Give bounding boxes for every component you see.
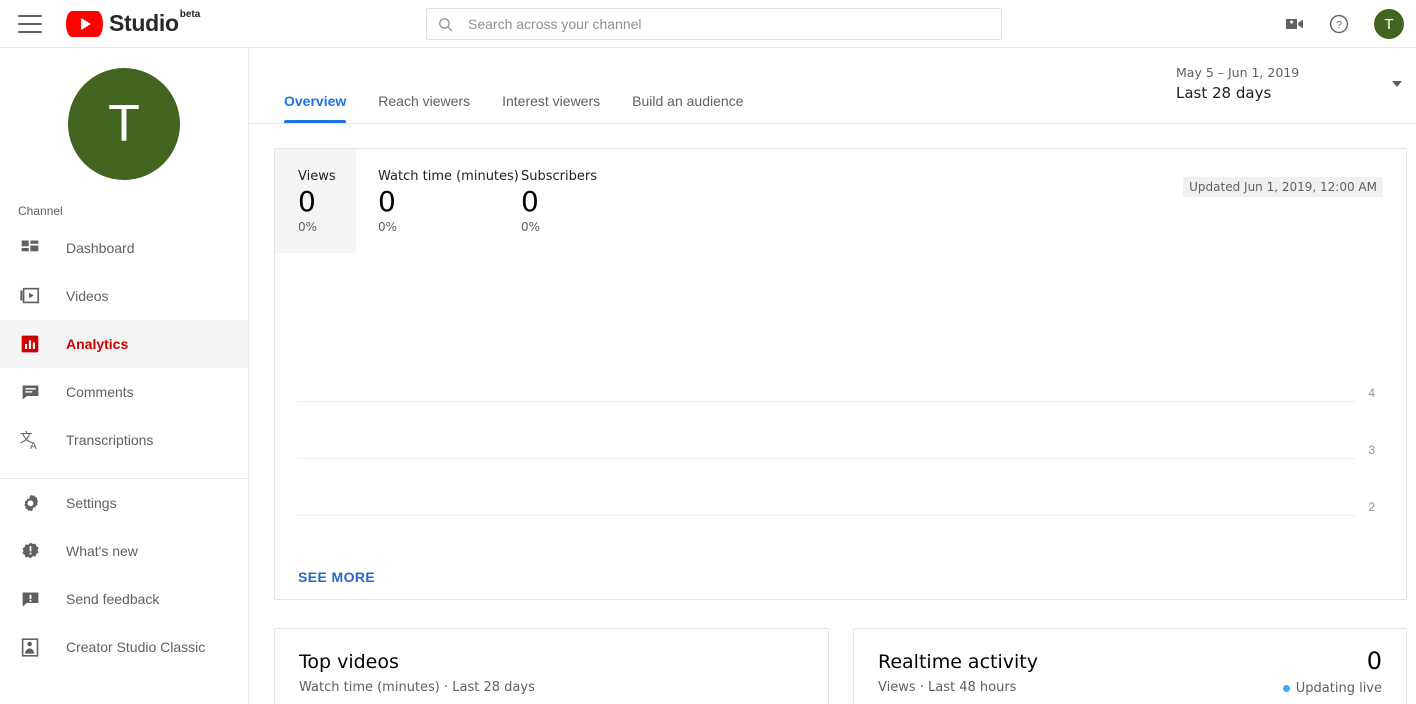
metric-tabs: Views 0 0% Watch time (minutes) 0 0% Sub… bbox=[275, 149, 1406, 253]
sidebar-item-label: Dashboard bbox=[66, 240, 135, 256]
creator-studio-classic-icon bbox=[18, 635, 42, 659]
realtime-activity-card[interactable]: Realtime activity Views · Last 48 hours … bbox=[853, 628, 1407, 704]
hamburger-icon[interactable] bbox=[18, 14, 42, 33]
metric-delta: 0% bbox=[298, 220, 318, 234]
studio-logo[interactable]: Studiobeta bbox=[66, 9, 201, 37]
analytics-icon bbox=[18, 332, 42, 356]
sidebar-item-label: Comments bbox=[66, 384, 134, 400]
chart-y-axis-labels: 4 3 2 1 0 bbox=[1368, 386, 1375, 514]
overview-card: Views 0 0% Watch time (minutes) 0 0% Sub… bbox=[274, 148, 1407, 600]
analytics-tabs-row: Overview Reach viewers Interest viewers … bbox=[249, 48, 1416, 124]
sidebar-item-label: Creator Studio Classic bbox=[66, 639, 206, 655]
realtime-live-status: Updating live bbox=[1282, 681, 1382, 696]
copyright-icon bbox=[18, 476, 42, 478]
date-range-selector[interactable]: May 5 – Jun 1, 2019 Last 28 days bbox=[1136, 64, 1416, 104]
tab-overview[interactable]: Overview bbox=[276, 93, 362, 123]
search-icon bbox=[439, 17, 453, 31]
sidebar-item-analytics[interactable]: Analytics bbox=[0, 320, 248, 368]
sidebar: T Channel Dashboard Videos Analytics Com… bbox=[0, 48, 249, 704]
account-avatar[interactable]: T bbox=[1374, 9, 1404, 39]
top-videos-subtitle: Watch time (minutes) · Last 28 days bbox=[299, 680, 535, 695]
realtime-value: 0 bbox=[1366, 647, 1382, 675]
metric-label: Views bbox=[298, 169, 336, 184]
svg-text:2: 2 bbox=[1368, 500, 1375, 514]
metric-label: Subscribers bbox=[521, 169, 597, 184]
chart-svg: 4 3 2 1 0 May 5, 2019 May 10, 2019 May 1… bbox=[297, 386, 1375, 516]
tab-interest-viewers[interactable]: Interest viewers bbox=[486, 93, 616, 123]
youtube-studio-analytics-page: Studiobeta Search across your channel ? … bbox=[0, 0, 1416, 704]
metric-delta: 0% bbox=[521, 220, 541, 234]
youtube-logo-icon bbox=[66, 10, 103, 37]
views-line-chart: 4 3 2 1 0 May 5, 2019 May 10, 2019 May 1… bbox=[275, 253, 1408, 543]
live-label: Updating live bbox=[1295, 681, 1382, 696]
sidebar-item-label: Transcriptions bbox=[66, 432, 154, 448]
topbar-actions: ? T bbox=[1282, 0, 1404, 48]
brand-beta-label: beta bbox=[179, 9, 201, 21]
sidebar-item-label: What's new bbox=[66, 543, 138, 559]
live-dot-icon bbox=[1282, 685, 1290, 692]
metric-delta: 0% bbox=[378, 220, 398, 234]
search-input[interactable] bbox=[466, 15, 991, 33]
sidebar-item-videos[interactable]: Videos bbox=[0, 272, 248, 320]
main-content: Overview Reach viewers Interest viewers … bbox=[249, 48, 1416, 704]
sidebar-item-label: Analytics bbox=[66, 336, 129, 352]
metric-tab-views[interactable]: Views 0 0% bbox=[275, 149, 356, 253]
channel-avatar-wrap: T bbox=[0, 48, 248, 180]
sidebar-section-label: Channel bbox=[18, 204, 63, 218]
brand-title: Studio bbox=[109, 9, 179, 36]
metric-tab-subscribers[interactable]: Subscribers 0 0% bbox=[521, 149, 721, 253]
metric-value: 0 bbox=[378, 185, 396, 218]
video-camera-plus-icon[interactable] bbox=[1282, 11, 1308, 37]
realtime-title: Realtime activity bbox=[878, 651, 1038, 673]
svg-text:4: 4 bbox=[1368, 386, 1375, 400]
sidebar-item-send-feedback[interactable]: Send feedback bbox=[0, 575, 248, 623]
dashboard-icon bbox=[18, 236, 42, 260]
date-range-preset: Last 28 days bbox=[1176, 84, 1272, 102]
search-container bbox=[426, 8, 1002, 40]
sidebar-item-whats-new[interactable]: What's new bbox=[0, 527, 248, 575]
help-circle-icon[interactable]: ? bbox=[1326, 11, 1352, 37]
chevron-down-icon[interactable] bbox=[1392, 81, 1402, 87]
chart-gridlines bbox=[297, 401, 1355, 516]
date-range-value: May 5 – Jun 1, 2019 bbox=[1176, 65, 1300, 80]
comments-icon bbox=[18, 380, 42, 404]
tab-reach-viewers[interactable]: Reach viewers bbox=[362, 93, 486, 123]
sidebar-item-settings[interactable]: Settings bbox=[0, 479, 248, 527]
sidebar-item-label: Send feedback bbox=[66, 591, 160, 607]
whats-new-icon bbox=[18, 539, 42, 563]
sidebar-item-dashboard[interactable]: Dashboard bbox=[0, 224, 248, 272]
top-videos-card[interactable]: Top videos Watch time (minutes) · Last 2… bbox=[274, 628, 829, 704]
translate-icon: 文 A bbox=[18, 428, 42, 452]
channel-avatar: T bbox=[68, 68, 180, 180]
sidebar-item-label: Videos bbox=[66, 288, 109, 304]
metric-label: Watch time (minutes) bbox=[378, 169, 519, 184]
analytics-tabs: Overview Reach viewers Interest viewers … bbox=[276, 93, 759, 123]
metric-value: 0 bbox=[298, 185, 316, 218]
gear-icon bbox=[18, 491, 42, 515]
sidebar-item-transcriptions[interactable]: 文 A Transcriptions bbox=[0, 416, 248, 464]
search-box[interactable] bbox=[426, 8, 1002, 40]
sidebar-item-creator-studio-classic[interactable]: Creator Studio Classic bbox=[0, 623, 248, 671]
updated-timestamp: Updated Jun 1, 2019, 12:00 AM bbox=[1183, 177, 1383, 197]
top-videos-title: Top videos bbox=[299, 651, 399, 673]
sidebar-item-comments[interactable]: Comments bbox=[0, 368, 248, 416]
metric-value: 0 bbox=[521, 185, 539, 218]
svg-text:?: ? bbox=[1336, 19, 1342, 31]
tab-build-an-audience[interactable]: Build an audience bbox=[616, 93, 759, 123]
feedback-icon bbox=[18, 587, 42, 611]
metric-tab-watch-time[interactable]: Watch time (minutes) 0 0% bbox=[356, 149, 521, 253]
videos-icon bbox=[18, 284, 42, 308]
svg-text:3: 3 bbox=[1368, 443, 1375, 457]
top-bar: Studiobeta Search across your channel ? … bbox=[0, 0, 1416, 48]
sidebar-item-partial[interactable] bbox=[0, 464, 248, 478]
sidebar-item-label: Settings bbox=[66, 495, 117, 511]
svg-text:A: A bbox=[30, 441, 37, 451]
see-more-link[interactable]: SEE MORE bbox=[298, 569, 375, 585]
